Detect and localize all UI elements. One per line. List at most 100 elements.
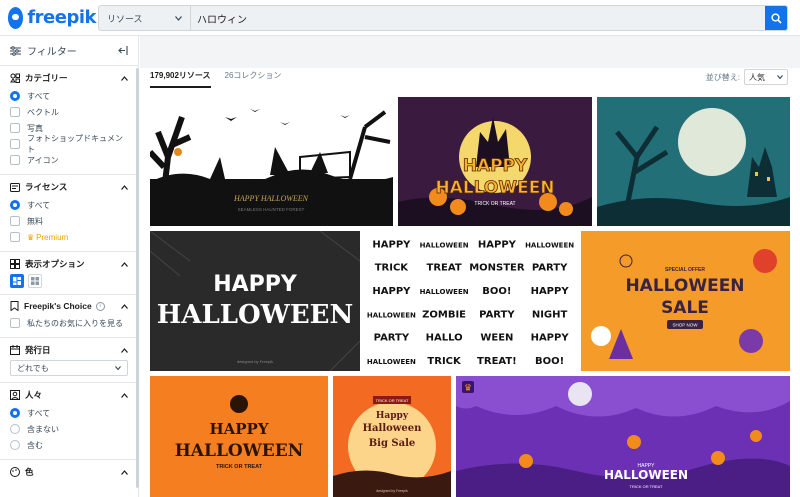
sticker-word: TREAT! xyxy=(477,356,517,367)
sort-value: 人気 xyxy=(749,72,765,82)
display-section: 表示オプション xyxy=(0,252,138,295)
radio-checked[interactable] xyxy=(10,91,20,101)
filter-sidebar: フィルター カテゴリー すべて ベクトル 写真 フォトショップドキュメント アイ… xyxy=(0,36,139,497)
thumbnail-haunted-forest[interactable]: HAPPY HALLOWEEN SEAMLESS HAUNTED FOREST xyxy=(150,97,393,226)
date-dropdown[interactable]: どれでも xyxy=(10,360,128,376)
display-title[interactable]: 表示オプション xyxy=(10,258,128,270)
checkbox[interactable] xyxy=(10,216,20,226)
thumbnail-purple-paper-halloween[interactable]: ♛ HAPPY HALLOWEEN TRICK OR TREAT xyxy=(456,376,790,497)
category-icon xyxy=(10,73,20,83)
people-option-include[interactable]: 含む xyxy=(10,437,128,453)
sort-control: 並び替え: 人気 xyxy=(706,69,788,85)
thumb-credit: designed by Freepik xyxy=(376,489,408,493)
search-input[interactable] xyxy=(191,6,765,30)
search-button[interactable] xyxy=(765,6,787,30)
thumb-line2: Halloween xyxy=(363,423,423,434)
license-option-all[interactable]: すべて xyxy=(10,197,128,213)
checkbox[interactable] xyxy=(10,155,20,165)
choice-option-label: 私たちのお気に入りを見る xyxy=(27,318,123,328)
collapse-sidebar-icon[interactable] xyxy=(118,46,128,55)
choice-title[interactable]: Freepik's Choice i xyxy=(10,301,128,311)
sticker-word: HAPPY xyxy=(531,286,570,297)
chevron-up-icon xyxy=(121,347,128,353)
category-option-all[interactable]: すべて xyxy=(10,88,128,104)
thumb-credit: designed by Freepik xyxy=(237,359,273,364)
sidebar-scrollbar[interactable] xyxy=(136,68,139,488)
date-dropdown-value: どれでも xyxy=(17,363,49,373)
thumb-title: HAPPY HALLOWEEN xyxy=(233,194,309,203)
thumbnail-full-moon-night[interactable] xyxy=(597,97,790,226)
people-title-label: 人々 xyxy=(25,390,43,400)
calendar-icon xyxy=(10,345,20,355)
sticker-word: MONSTER xyxy=(469,263,525,274)
tab-resources[interactable]: 179,902リソース xyxy=(150,70,211,88)
thumb-subtitle: TRICK OR TREAT xyxy=(474,201,515,207)
sliders-icon xyxy=(10,45,21,56)
thumbnail-happy-halloween-castle[interactable]: HAPPY HALLOWEEN TRICK OR TREAT xyxy=(398,97,592,226)
grid-icon xyxy=(31,277,39,285)
sticker-word: WEEN xyxy=(480,333,513,344)
resource-select[interactable]: リソース xyxy=(99,6,191,30)
category-title-label: カテゴリー xyxy=(25,73,68,83)
radio[interactable] xyxy=(10,424,20,434)
freepik-logo[interactable]: freepik xyxy=(8,6,96,29)
chevron-up-icon xyxy=(121,469,128,475)
checkbox[interactable] xyxy=(10,318,20,328)
radio[interactable] xyxy=(10,440,20,450)
category-option-label: すべて xyxy=(27,91,51,101)
checkbox[interactable] xyxy=(10,139,20,149)
sticker-word: PARTY xyxy=(532,263,568,274)
thumbnail-halloween-sale[interactable]: SPECIAL OFFER HALLOWEEN SALE SHOP NOW xyxy=(581,231,790,371)
radio-checked[interactable] xyxy=(10,200,20,210)
people-section: 人々 すべて 含まない 含む xyxy=(0,383,138,460)
checkbox[interactable] xyxy=(10,107,20,117)
color-section: 色 xyxy=(0,460,138,488)
people-title[interactable]: 人々 xyxy=(10,389,128,401)
grid-view-button[interactable] xyxy=(28,274,42,288)
sale-illustration: SPECIAL OFFER HALLOWEEN SALE SHOP NOW xyxy=(581,231,790,371)
purple-paper-illustration: ♛ HAPPY HALLOWEEN TRICK OR TREAT xyxy=(456,376,790,497)
checkbox[interactable] xyxy=(10,123,20,133)
info-icon[interactable]: i xyxy=(95,301,105,311)
people-option-label: すべて xyxy=(27,408,51,418)
choice-option[interactable]: 私たちのお気に入りを見る xyxy=(10,315,128,331)
chevron-up-icon xyxy=(121,184,128,190)
license-section: ライセンス すべて 無料 ♛ Premium xyxy=(0,175,138,252)
thumbnail-happy-halloween-lettering[interactable]: HAPPY HALLOWEEN designed by Freepik xyxy=(150,231,360,371)
thumb-line1: HAPPY xyxy=(463,156,528,176)
thumb-line2: HALLOWEEN xyxy=(157,300,354,330)
thumbnail-halloween-stickers[interactable]: HAPPY HALLOWEEN HAPPY HALLOWEEN TRICK TREAT MO… xyxy=(365,231,576,371)
masonry-view-button[interactable] xyxy=(10,274,24,288)
checkbox[interactable] xyxy=(10,232,20,242)
sticker-word: HAPPY xyxy=(478,239,517,250)
filter-title: フィルター xyxy=(27,47,77,58)
chevron-down-icon xyxy=(115,366,121,370)
thumb-line1: HALLOWEEN xyxy=(625,276,744,296)
category-section: カテゴリー すべて ベクトル 写真 フォトショップドキュメント アイコン xyxy=(0,66,138,175)
license-option-premium[interactable]: ♛ Premium xyxy=(10,229,128,245)
people-option-exclude[interactable]: 含まない xyxy=(10,421,128,437)
resource-select-label: リソース xyxy=(107,13,143,24)
tab-collections[interactable]: 26コレクション xyxy=(225,70,282,88)
category-title[interactable]: カテゴリー xyxy=(10,72,128,84)
thumb-line2: HALLOWEEN xyxy=(604,468,688,482)
sticker-word: HALLOWEEN xyxy=(367,311,416,319)
sticker-word: TRICK xyxy=(375,263,410,274)
radio-checked[interactable] xyxy=(10,408,20,418)
license-title[interactable]: ライセンス xyxy=(10,181,128,193)
thumbnail-halloween-trick-or-treat[interactable]: HAPPY HALLOWEEN TRICK OR TREAT xyxy=(150,376,328,497)
category-option-vector[interactable]: ベクトル xyxy=(10,104,128,120)
color-title[interactable]: 色 xyxy=(10,466,128,478)
category-option-psd[interactable]: フォトショップドキュメント xyxy=(10,134,128,154)
license-option-free[interactable]: 無料 xyxy=(10,213,128,229)
sort-select[interactable]: 人気 xyxy=(744,69,788,85)
license-icon xyxy=(10,182,20,192)
chevron-up-icon xyxy=(121,303,128,309)
sticker-word: BOO! xyxy=(535,356,564,367)
thumb-line2: HALLOWEEN xyxy=(435,178,554,198)
sticker-word: TRICK xyxy=(427,356,462,367)
chevron-up-icon xyxy=(121,75,128,81)
date-title[interactable]: 発行日 xyxy=(10,344,128,356)
people-option-all[interactable]: すべて xyxy=(10,405,128,421)
thumbnail-big-sale[interactable]: TRICK OR TREAT Happy Halloween Big Sale … xyxy=(333,376,451,497)
